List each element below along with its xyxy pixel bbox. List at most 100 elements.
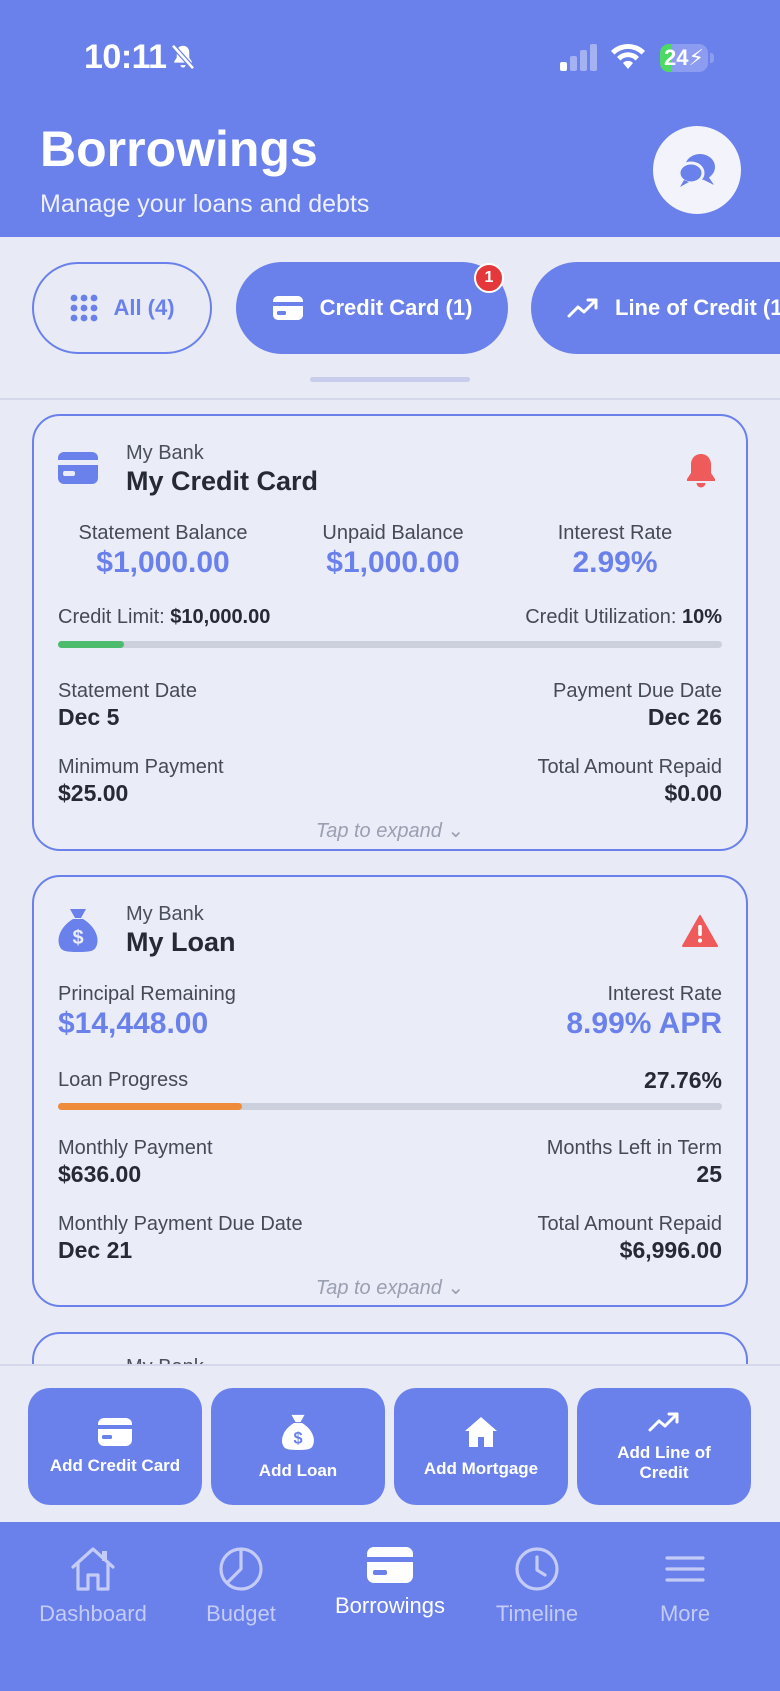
payment-due-label: Payment Due Date	[553, 680, 722, 702]
tab-label: Timeline	[495, 1601, 579, 1626]
wifi-icon	[611, 43, 645, 69]
statement-date-value: Dec 5	[58, 704, 120, 730]
action-label: Add Loan	[258, 1460, 338, 1480]
loan-progress-label: Loan Progress	[58, 1069, 189, 1091]
home-icon	[465, 1416, 497, 1447]
home-icon	[71, 1547, 115, 1591]
loan-progress-bar	[58, 1103, 722, 1110]
credit-card-icon	[98, 1417, 132, 1446]
minimum-payment-value: $25.00	[58, 780, 129, 806]
statement-balance-value: $1,000.00	[96, 546, 230, 579]
statement-balance-label: Statement Balance	[78, 522, 248, 544]
filter-chip-line-of-credit[interactable]: Line of Credit (1	[531, 262, 780, 354]
action-label: Add Credit Card	[49, 1455, 181, 1475]
tab-label: Dashboard	[39, 1601, 147, 1626]
tap-to-expand-label: Tap to expand	[315, 1277, 442, 1299]
monthly-payment-value: $636.00	[58, 1161, 142, 1187]
trending-up-icon	[648, 1412, 679, 1431]
tab-budget[interactable]: Budget	[166, 1545, 316, 1627]
tab-label: More	[659, 1601, 711, 1626]
svg-text:$: $	[72, 927, 83, 949]
money-bag-icon: $	[58, 909, 98, 952]
money-bag-icon: $	[282, 1414, 314, 1450]
principal-remaining-value: $14,448.00	[58, 1007, 209, 1040]
credit-limit: Credit Limit: $10,000.00	[58, 606, 270, 629]
chat-button[interactable]	[653, 126, 741, 214]
monthly-payment-label: Monthly Payment	[58, 1137, 213, 1159]
due-date-label: Monthly Payment Due Date	[58, 1213, 303, 1235]
total-repaid-value: $6,996.00	[619, 1237, 722, 1263]
filter-bar: All (4) Credit Card (1) Line of Credit (…	[0, 237, 780, 400]
trending-up-icon	[567, 298, 598, 318]
tab-borrowings[interactable]: Borrowings	[315, 1545, 465, 1619]
interest-rate-label: Interest Rate	[557, 522, 673, 544]
bank-name: My Bank	[126, 903, 204, 925]
credit-card-icon	[58, 452, 98, 484]
credit-utilization-value: 10%	[681, 606, 722, 628]
bell-off-icon	[171, 44, 195, 70]
chat-bubbles-icon	[677, 154, 715, 187]
minimum-payment-label: Minimum Payment	[58, 756, 224, 778]
divider	[0, 398, 780, 400]
filter-chip-all[interactable]: All (4)	[32, 262, 212, 354]
action-label: Add Mortgage	[423, 1458, 539, 1478]
filter-chip-credit-card[interactable]: Credit Card (1)	[236, 262, 508, 354]
add-loan-button[interactable]: $ Add Loan	[211, 1388, 385, 1505]
credit-limit-label: Credit Limit:	[58, 606, 165, 628]
principal-remaining-label: Principal Remaining	[58, 983, 236, 1005]
months-left-value: 25	[696, 1161, 722, 1187]
credit-limit-value: $10,000.00	[170, 606, 271, 628]
account-name: My Loan	[126, 927, 236, 957]
tab-dashboard[interactable]: Dashboard	[18, 1545, 168, 1627]
payment-due-value: Dec 26	[647, 704, 722, 730]
status-time: 10:11	[84, 38, 167, 76]
total-repaid-label: Total Amount Repaid	[537, 756, 722, 778]
warning-icon[interactable]	[682, 915, 718, 947]
total-repaid-label: Total Amount Repaid	[537, 1213, 722, 1235]
tap-to-expand-label: Tap to expand	[315, 820, 442, 842]
tab-timeline[interactable]: Timeline	[462, 1545, 612, 1627]
filter-chip-label: Credit Card (1)	[319, 295, 473, 320]
statement-date-label: Statement Date	[58, 680, 197, 702]
add-mortgage-button[interactable]: Add Mortgage	[394, 1388, 568, 1505]
loan-progress-fill	[58, 1103, 243, 1110]
unpaid-balance-value: $1,000.00	[326, 546, 460, 579]
status-bar: 10:11 24⚡	[0, 0, 780, 115]
bell-icon[interactable]	[684, 452, 718, 488]
due-date-value: Dec 21	[58, 1237, 133, 1263]
cellular-signal-icon	[560, 44, 597, 71]
battery-level: 24	[664, 45, 689, 70]
battery-indicator: 24⚡	[660, 44, 714, 72]
interest-rate-value: 8.99% APR	[566, 1007, 722, 1040]
filter-chip-label: Line of Credit (1	[615, 295, 780, 320]
add-credit-card-button[interactable]: Add Credit Card	[28, 1388, 202, 1505]
menu-icon	[665, 1556, 705, 1582]
chevron-down-icon: ⌄	[447, 820, 465, 842]
unpaid-balance-label: Unpaid Balance	[322, 522, 464, 544]
tab-more[interactable]: More	[610, 1545, 760, 1627]
account-name: My Credit Card	[126, 466, 319, 496]
grid-icon	[71, 294, 98, 322]
interest-rate-value: 2.99%	[572, 546, 658, 579]
pie-chart-icon	[219, 1547, 263, 1591]
chevron-down-icon: ⌄	[447, 1277, 465, 1299]
add-line-of-credit-button[interactable]: Add Line of Credit	[577, 1388, 751, 1505]
utilization-progress-fill	[58, 641, 125, 648]
interest-rate-label: Interest Rate	[607, 983, 722, 1005]
filter-chip-label: All (4)	[113, 295, 175, 320]
credit-card-card[interactable]: My Bank My Credit Card Statement Balance…	[32, 414, 748, 851]
tap-to-expand[interactable]: Tap to expand ⌄	[34, 1275, 746, 1300]
page-title: Borrowings	[40, 121, 318, 177]
credit-utilization: Credit Utilization: 10%	[525, 606, 722, 629]
clock-icon	[515, 1547, 559, 1591]
utilization-progress-bar	[58, 641, 722, 648]
action-label: Add Line of Credit	[617, 1442, 711, 1482]
notification-badge: 1	[474, 263, 504, 293]
tap-to-expand[interactable]: Tap to expand ⌄	[34, 818, 746, 843]
tab-label: Budget	[206, 1601, 276, 1626]
credit-utilization-label: Credit Utilization:	[525, 606, 677, 628]
tab-label: Borrowings	[334, 1593, 446, 1618]
loan-card[interactable]: $ My Bank My Loan Principal Remaining $1…	[32, 875, 748, 1307]
loan-progress-value: 27.76%	[643, 1067, 722, 1093]
page-subtitle: Manage your loans and debts	[40, 190, 370, 218]
